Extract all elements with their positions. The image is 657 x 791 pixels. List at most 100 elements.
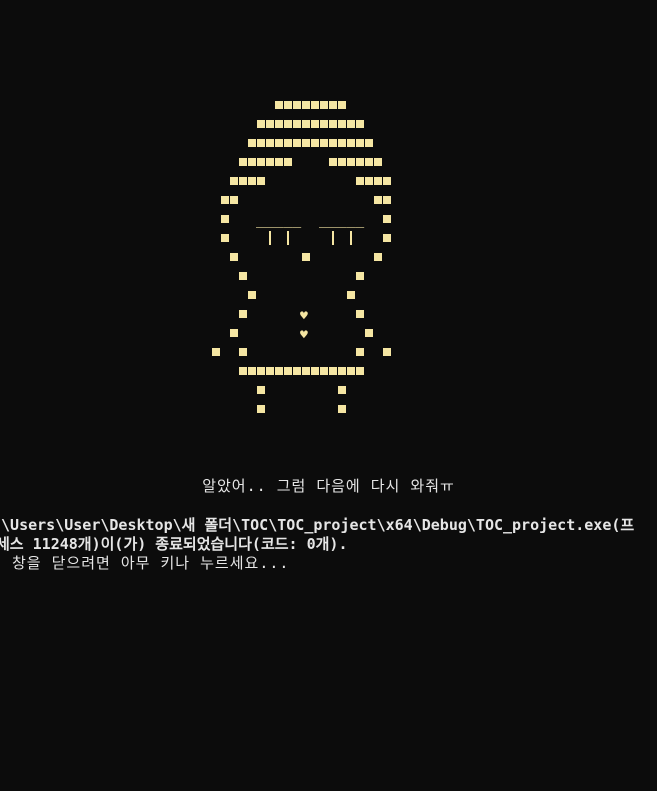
hair-block bbox=[347, 120, 355, 128]
hair-block bbox=[365, 158, 373, 166]
hair-block bbox=[257, 139, 265, 147]
body-bottom-block bbox=[293, 367, 301, 375]
hair-block bbox=[284, 158, 292, 166]
hair-block bbox=[383, 177, 391, 185]
body-bottom-block bbox=[347, 367, 355, 375]
body-bottom-block bbox=[239, 367, 247, 375]
body-edge-block bbox=[239, 348, 247, 356]
hair-block bbox=[356, 139, 364, 147]
hair-block bbox=[356, 177, 364, 185]
hair-block bbox=[338, 158, 346, 166]
body-bottom-block bbox=[284, 367, 292, 375]
body-bottom-block bbox=[302, 367, 310, 375]
leg-block bbox=[257, 405, 265, 413]
hair-block bbox=[329, 139, 337, 147]
hair-block bbox=[329, 101, 337, 109]
hair-block bbox=[248, 177, 256, 185]
body-edge-block bbox=[356, 310, 364, 318]
heart-icon: ♥ bbox=[300, 328, 308, 343]
hair-block bbox=[266, 158, 274, 166]
hair-block bbox=[284, 139, 292, 147]
ascii-art-character: _____ _____ ♥ ♥ bbox=[212, 101, 391, 413]
hair-block bbox=[275, 158, 283, 166]
face-edge-block bbox=[374, 253, 382, 261]
body-edge-block bbox=[239, 310, 247, 318]
face-edge-block bbox=[347, 291, 355, 299]
hair-block bbox=[293, 120, 301, 128]
face-edge-block bbox=[239, 272, 247, 280]
right-eye-line bbox=[332, 231, 334, 245]
hair-block bbox=[374, 177, 382, 185]
hair-block bbox=[365, 139, 373, 147]
hair-block bbox=[329, 120, 337, 128]
hand-block bbox=[212, 348, 220, 356]
leg-block bbox=[338, 386, 346, 394]
hair-block bbox=[257, 177, 265, 185]
hair-block bbox=[365, 177, 373, 185]
face-edge-block bbox=[383, 215, 391, 223]
face-edge-block bbox=[221, 234, 229, 242]
close-prompt-line: 창을 닫으려면 아무 키나 누르세요... bbox=[12, 554, 290, 572]
hair-block bbox=[347, 139, 355, 147]
hair-block bbox=[338, 101, 346, 109]
hair-block bbox=[284, 120, 292, 128]
heart-icon: ♥ bbox=[300, 309, 308, 324]
hair-block bbox=[266, 120, 274, 128]
body-bottom-block bbox=[266, 367, 274, 375]
hair-block bbox=[257, 120, 265, 128]
face-edge-block bbox=[248, 291, 256, 299]
left-eye-line bbox=[269, 231, 271, 245]
body-bottom-block bbox=[356, 367, 364, 375]
face-edge-block bbox=[230, 196, 238, 204]
body-bottom-block bbox=[248, 367, 256, 375]
hand-block bbox=[383, 348, 391, 356]
hair-block bbox=[248, 158, 256, 166]
goodbye-message: 알았어.. 그럼 다음에 다시 와줘ㅠ bbox=[202, 477, 455, 495]
hair-block bbox=[239, 158, 247, 166]
hair-block bbox=[248, 139, 256, 147]
body-bottom-block bbox=[257, 367, 265, 375]
body-edge-block bbox=[365, 329, 373, 337]
hair-block bbox=[302, 120, 310, 128]
hair-block bbox=[239, 177, 247, 185]
program-path-line: :\Users\User\Desktop\새 폴더\TOC\TOC_projec… bbox=[0, 516, 635, 534]
face-edge-block bbox=[383, 196, 391, 204]
hair-block bbox=[302, 101, 310, 109]
body-bottom-block bbox=[311, 367, 319, 375]
hair-block bbox=[338, 120, 346, 128]
leg-block bbox=[338, 405, 346, 413]
hair-block bbox=[311, 139, 319, 147]
leg-block bbox=[257, 386, 265, 394]
hair-block bbox=[356, 120, 364, 128]
hair-block bbox=[293, 101, 301, 109]
body-bottom-block bbox=[275, 367, 283, 375]
hair-block bbox=[311, 101, 319, 109]
face-edge-block bbox=[221, 215, 229, 223]
hair-block bbox=[320, 139, 328, 147]
hair-block bbox=[275, 120, 283, 128]
hair-block bbox=[275, 101, 283, 109]
hair-block bbox=[338, 139, 346, 147]
console-window: _____ _____ ♥ ♥ 알았어.. 그럼 다음에 다시 와줘ㅠ :\Users… bbox=[0, 0, 657, 791]
body-edge-block bbox=[356, 348, 364, 356]
hair-block bbox=[266, 139, 274, 147]
nose-block bbox=[302, 253, 310, 261]
hair-block bbox=[311, 120, 319, 128]
hair-block bbox=[329, 158, 337, 166]
hair-block bbox=[347, 158, 355, 166]
face-edge-block bbox=[383, 234, 391, 242]
face-edge-block bbox=[230, 253, 238, 261]
right-eye-line bbox=[350, 231, 352, 245]
face-edge-block bbox=[374, 196, 382, 204]
hair-block bbox=[230, 177, 238, 185]
left-eye-line bbox=[287, 231, 289, 245]
hair-block bbox=[293, 139, 301, 147]
face-edge-block bbox=[356, 272, 364, 280]
hair-block bbox=[284, 101, 292, 109]
body-bottom-block bbox=[329, 367, 337, 375]
body-bottom-block bbox=[338, 367, 346, 375]
hair-block bbox=[275, 139, 283, 147]
process-exit-line: 세스 11248개)이(가) 종료되었습니다(코드: 0개). bbox=[0, 535, 348, 553]
hair-block bbox=[356, 158, 364, 166]
hair-block bbox=[302, 139, 310, 147]
